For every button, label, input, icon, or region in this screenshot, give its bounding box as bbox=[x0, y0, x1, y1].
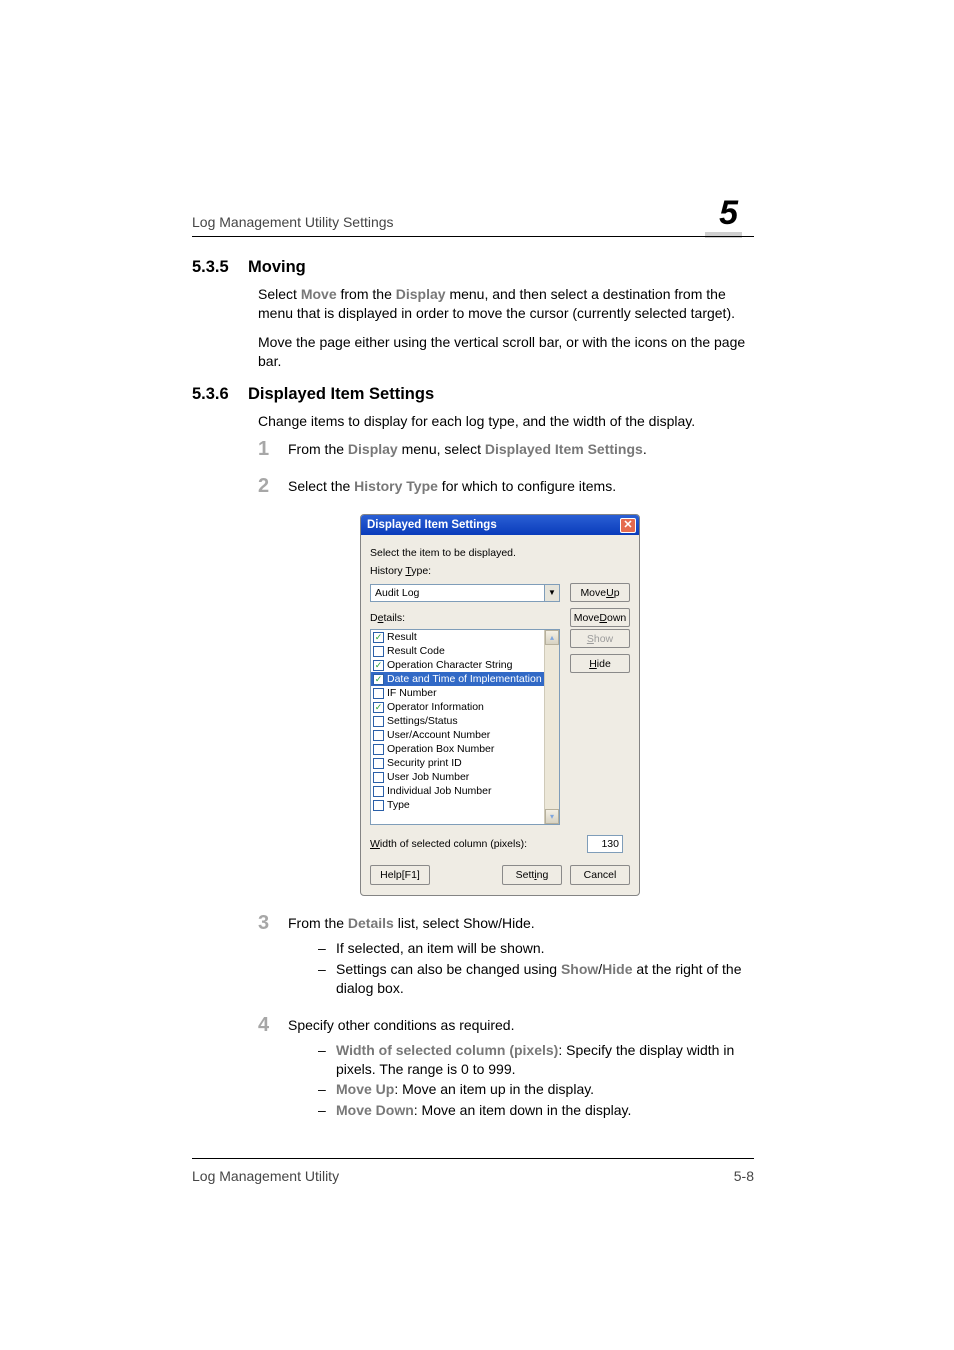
history-type-select[interactable]: Audit Log ▼ bbox=[370, 584, 560, 602]
checkbox-icon[interactable]: ✓ bbox=[373, 632, 384, 643]
checkbox-icon[interactable]: ✓ bbox=[373, 674, 384, 685]
dialog-titlebar: Displayed Item Settings ✕ bbox=[361, 515, 639, 535]
footer-right: 5-8 bbox=[734, 1168, 754, 1184]
footer-left: Log Management Utility bbox=[192, 1168, 339, 1184]
list-item[interactable]: ✓Operator Information bbox=[371, 700, 544, 714]
chapter-number: 5 bbox=[705, 196, 742, 230]
list-item[interactable]: Result Code bbox=[371, 644, 544, 658]
list-item[interactable]: Security print ID bbox=[371, 756, 544, 770]
para-535-2: Move the page either using the vertical … bbox=[258, 333, 754, 371]
close-icon[interactable]: ✕ bbox=[620, 518, 636, 533]
move-down-button[interactable]: Move Down bbox=[570, 608, 630, 627]
checkbox-icon[interactable] bbox=[373, 744, 384, 755]
running-head: Log Management Utility Settings bbox=[192, 214, 394, 230]
step-4-sub-2: Move Up: Move an item up in the display. bbox=[318, 1080, 754, 1099]
step-4-sub-1: Width of selected column (pixels): Speci… bbox=[318, 1041, 754, 1079]
show-button[interactable]: Show bbox=[570, 629, 630, 648]
hide-button[interactable]: Hide bbox=[570, 654, 630, 673]
list-item[interactable]: User Job Number bbox=[371, 770, 544, 784]
list-item[interactable]: ✓Result bbox=[371, 630, 544, 644]
list-item[interactable]: Settings/Status bbox=[371, 714, 544, 728]
details-label: Details: bbox=[370, 612, 405, 624]
details-listbox[interactable]: ✓ResultResult Code✓Operation Character S… bbox=[370, 629, 560, 825]
step-3-sub-1: If selected, an item will be shown. bbox=[318, 939, 754, 958]
checkbox-icon[interactable] bbox=[373, 716, 384, 727]
setting-button[interactable]: Setting bbox=[502, 865, 562, 885]
dialog-screenshot: Displayed Item Settings ✕ Select the ite… bbox=[360, 514, 640, 896]
list-item[interactable]: IF Number bbox=[371, 686, 544, 700]
step-2: 2 Select the History Type for which to c… bbox=[258, 477, 754, 496]
checkbox-icon[interactable] bbox=[373, 688, 384, 699]
checkbox-icon[interactable]: ✓ bbox=[373, 702, 384, 713]
checkbox-icon[interactable] bbox=[373, 772, 384, 783]
list-item[interactable]: ✓Date and Time of Implementation bbox=[371, 672, 544, 686]
list-item[interactable]: Individual Job Number bbox=[371, 784, 544, 798]
dialog-instruction: Select the item to be displayed. bbox=[370, 547, 630, 559]
step-3: 3 From the Details list, select Show/Hid… bbox=[258, 914, 754, 998]
header-rule bbox=[192, 236, 754, 237]
list-item[interactable]: User/Account Number bbox=[371, 728, 544, 742]
para-535-1: Select Move from the Display menu, and t… bbox=[258, 285, 754, 323]
list-item[interactable]: Operation Box Number bbox=[371, 742, 544, 756]
checkbox-icon[interactable] bbox=[373, 786, 384, 797]
width-input[interactable] bbox=[587, 835, 623, 853]
checkbox-icon[interactable] bbox=[373, 730, 384, 741]
history-type-label: History Type: bbox=[370, 565, 630, 577]
step-3-sub-2: Settings can also be changed using Show/… bbox=[318, 960, 754, 998]
footer-rule bbox=[192, 1158, 754, 1159]
list-item[interactable]: Type bbox=[371, 798, 544, 812]
step-1: 1 From the Display menu, select Displaye… bbox=[258, 440, 754, 459]
section-heading-535: 5.3.5Moving bbox=[192, 258, 754, 277]
scroll-up-icon[interactable]: ▴ bbox=[545, 630, 559, 645]
dialog-title: Displayed Item Settings bbox=[367, 519, 497, 531]
listbox-scrollbar[interactable]: ▴ ▾ bbox=[544, 630, 559, 824]
chevron-down-icon: ▼ bbox=[544, 585, 559, 601]
help-button[interactable]: Help[F1] bbox=[370, 865, 430, 885]
width-label: Width of selected column (pixels): bbox=[370, 838, 527, 850]
checkbox-icon[interactable]: ✓ bbox=[373, 660, 384, 671]
step-4-sub-3: Move Down: Move an item down in the disp… bbox=[318, 1101, 754, 1120]
checkbox-icon[interactable] bbox=[373, 758, 384, 769]
checkbox-icon[interactable] bbox=[373, 646, 384, 657]
checkbox-icon[interactable] bbox=[373, 800, 384, 811]
section-heading-536: 5.3.6Displayed Item Settings bbox=[192, 385, 754, 404]
move-up-button[interactable]: Move Up bbox=[570, 583, 630, 602]
scroll-down-icon[interactable]: ▾ bbox=[545, 809, 559, 824]
step-4: 4 Specify other conditions as required. … bbox=[258, 1016, 754, 1120]
list-item[interactable]: ✓Operation Character String bbox=[371, 658, 544, 672]
cancel-button[interactable]: Cancel bbox=[570, 865, 630, 885]
para-536-intro: Change items to display for each log typ… bbox=[258, 412, 754, 431]
